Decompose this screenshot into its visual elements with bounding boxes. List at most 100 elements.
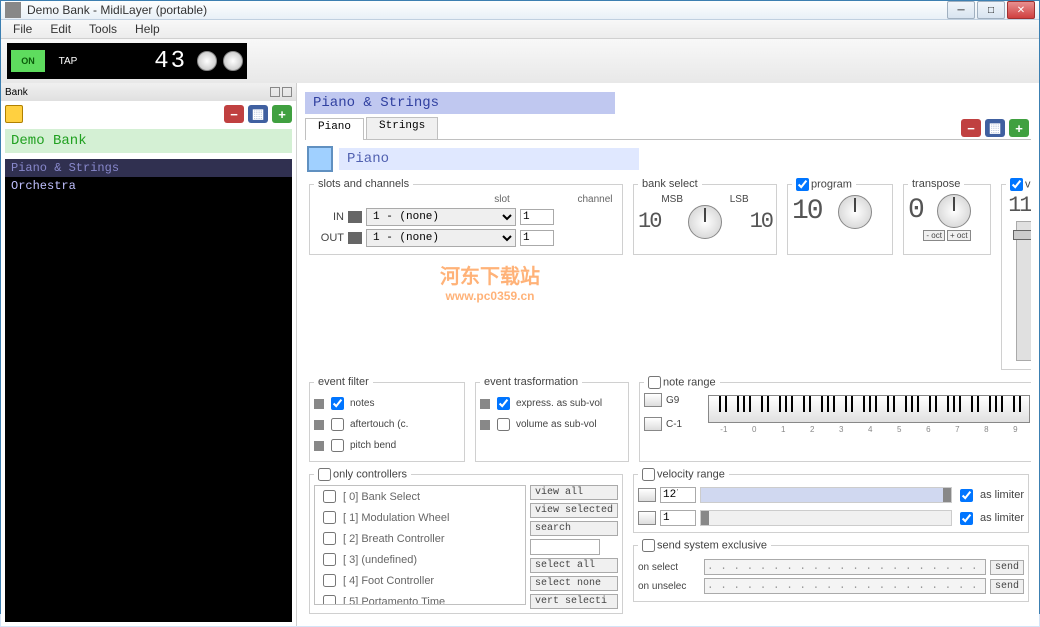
vel-lo-input[interactable] xyxy=(660,510,696,526)
menu-edit[interactable]: Edit xyxy=(42,20,79,38)
vel-hi-slider[interactable] xyxy=(700,487,952,503)
layer-color-swatch[interactable] xyxy=(307,146,333,172)
program-check[interactable] xyxy=(796,178,809,191)
controller-item[interactable]: [ 1] Modulation Wheel xyxy=(315,507,525,528)
channel-col-label: channel xyxy=(572,194,618,205)
tab-strings[interactable]: Strings xyxy=(366,117,438,139)
event-transform-legend: event trasformation xyxy=(480,376,582,388)
bank-add-button[interactable]: + xyxy=(272,105,292,123)
key-icon[interactable] xyxy=(638,511,656,525)
tempo-tap-button[interactable]: TAP xyxy=(51,50,85,72)
bank-item[interactable]: Piano & Strings xyxy=(5,159,292,177)
key-icon[interactable] xyxy=(644,417,662,431)
controller-item[interactable]: [ 0] Bank Select xyxy=(315,486,525,507)
menu-file[interactable]: File xyxy=(5,20,40,38)
tempo-box: ON TAP 43 xyxy=(7,43,247,79)
only-controllers-check[interactable] xyxy=(318,468,331,481)
vel-hi-limiter-check[interactable] xyxy=(960,489,973,502)
event-transform-group: event trasformation express. as sub-vol … xyxy=(475,376,629,462)
controllers-list[interactable]: [ 0] Bank Select[ 1] Modulation Wheel[ 2… xyxy=(314,485,526,605)
view-selected-button[interactable]: view selected xyxy=(530,503,618,518)
note-range-check[interactable] xyxy=(648,376,661,389)
view-all-button[interactable]: view all xyxy=(530,485,618,500)
vel-lo-slider[interactable] xyxy=(700,510,952,526)
volume-subvol-check[interactable] xyxy=(497,418,510,431)
grip-icon[interactable] xyxy=(480,420,490,430)
menu-tools[interactable]: Tools xyxy=(81,20,125,38)
in-channel-spin[interactable] xyxy=(520,209,554,225)
search-input[interactable] xyxy=(530,539,600,555)
window-title: Demo Bank - MidiLayer (portable) xyxy=(27,3,947,17)
sysex-check[interactable] xyxy=(642,539,655,552)
in-slot-select[interactable]: 1 - (none) xyxy=(366,208,516,226)
keyboard-display[interactable] xyxy=(708,395,1030,423)
vol-check[interactable] xyxy=(1010,178,1023,191)
bank-copy-button[interactable]: ▦ xyxy=(248,105,268,123)
layer-copy-button[interactable]: ▦ xyxy=(985,119,1005,137)
controller-item[interactable]: [ 2] Breath Controller xyxy=(315,528,525,549)
minimize-button[interactable]: ─ xyxy=(947,1,975,19)
grip-icon[interactable] xyxy=(314,399,324,409)
layer-name[interactable]: Piano xyxy=(339,148,639,170)
layer-remove-button[interactable]: − xyxy=(961,119,981,137)
bank-remove-button[interactable]: − xyxy=(224,105,244,123)
out-slot-select[interactable]: 1 - (none) xyxy=(366,229,516,247)
close-button[interactable]: ✕ xyxy=(1007,1,1035,19)
select-all-button[interactable]: select all xyxy=(530,558,618,573)
controller-item[interactable]: [ 5] Portamento Time xyxy=(315,591,525,605)
controller-item[interactable]: [ 3] (undefined) xyxy=(315,549,525,570)
select-none-button[interactable]: select none xyxy=(530,576,618,591)
transpose-value: 0 xyxy=(908,197,923,225)
grip-icon[interactable] xyxy=(314,420,324,430)
msb-value: 10 xyxy=(638,211,660,233)
velocity-range-check[interactable] xyxy=(642,468,655,481)
express-subvol-check[interactable] xyxy=(497,397,510,410)
volume-subvol-label: volume as sub-vol xyxy=(516,419,597,430)
in-label: IN xyxy=(314,211,344,223)
tab-piano[interactable]: Piano xyxy=(305,118,364,140)
bank-preset-list[interactable]: Piano & Strings Orchestra xyxy=(5,159,292,622)
aftertouch-check[interactable] xyxy=(331,418,344,431)
sysex-onselect-send-button[interactable]: send xyxy=(990,560,1024,575)
msb-knob[interactable] xyxy=(688,205,722,239)
key-icon[interactable] xyxy=(644,393,662,407)
pin-icon[interactable] xyxy=(270,87,280,97)
sysex-onunselect-send-button[interactable]: send xyxy=(990,579,1024,594)
pitchbend-check[interactable] xyxy=(331,439,344,452)
express-subvol-label: express. as sub-vol xyxy=(516,398,602,409)
out-channel-spin[interactable] xyxy=(520,230,554,246)
lock-icon[interactable] xyxy=(5,105,23,123)
bank-item[interactable]: Orchestra xyxy=(5,177,292,195)
tempo-knob-2[interactable] xyxy=(223,51,243,71)
sysex-onselect-input[interactable] xyxy=(704,559,986,575)
program-knob[interactable] xyxy=(838,195,872,229)
vel-lo-limiter-check[interactable] xyxy=(960,512,973,525)
program-group: program 10 xyxy=(787,178,893,255)
grip-icon[interactable] xyxy=(480,399,490,409)
oct-plus-button[interactable]: + oct xyxy=(947,230,971,241)
oct-minus-button[interactable]: - oct xyxy=(923,230,945,241)
grip-icon[interactable] xyxy=(314,441,324,451)
bank-name[interactable]: Demo Bank xyxy=(5,129,292,153)
notes-check[interactable] xyxy=(331,397,344,410)
vel-hi-input[interactable] xyxy=(660,487,696,503)
bank-panel-title: Bank xyxy=(5,87,28,98)
maximize-button[interactable]: □ xyxy=(977,1,1005,19)
tempo-knob-1[interactable] xyxy=(197,51,217,71)
controller-item[interactable]: [ 4] Foot Controller xyxy=(315,570,525,591)
vol-slider[interactable] xyxy=(1016,221,1031,361)
menubar: File Edit Tools Help xyxy=(1,20,1039,39)
tempo-on-button[interactable]: ON xyxy=(11,50,45,72)
sysex-onunselect-input[interactable] xyxy=(704,578,986,594)
transpose-knob[interactable] xyxy=(937,194,971,228)
menu-help[interactable]: Help xyxy=(127,20,168,38)
panel-close-icon[interactable] xyxy=(282,87,292,97)
layer-add-button[interactable]: + xyxy=(1009,119,1029,137)
search-button[interactable]: search xyxy=(530,521,618,536)
msb-label: MSB xyxy=(661,194,683,205)
preset-title[interactable]: Piano & Strings xyxy=(305,92,615,114)
key-icon[interactable] xyxy=(638,488,656,502)
invert-selection-button[interactable]: vert selecti xyxy=(530,594,618,609)
pitchbend-label: pitch bend xyxy=(350,440,396,451)
sysex-legend: send system exclusive xyxy=(657,539,767,551)
